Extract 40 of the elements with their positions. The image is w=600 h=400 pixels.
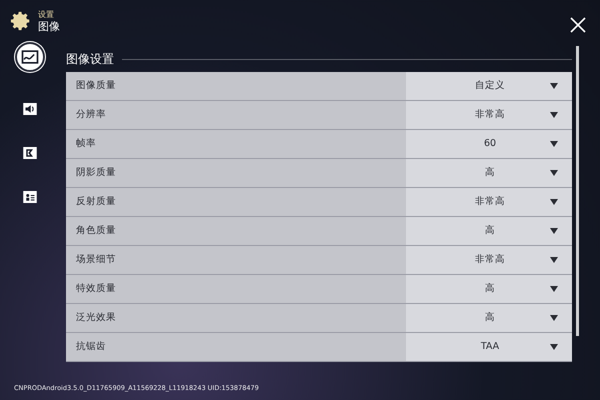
caret-icon: [550, 315, 558, 321]
setting-label: 抗锯齿: [76, 340, 106, 354]
letter-card-icon: [21, 144, 39, 162]
setting-label: 图像质量: [76, 78, 116, 93]
caret-icon: [550, 199, 558, 205]
setting-label: 角色质量: [76, 224, 116, 238]
caret-icon: [550, 286, 558, 292]
page-title: 图像: [38, 20, 60, 32]
caret-icon: [550, 344, 558, 350]
value-dropdown[interactable]: 高: [406, 159, 572, 187]
value-dropdown[interactable]: 60: [406, 130, 572, 158]
section-label: 设置: [38, 10, 55, 18]
caret-icon: [550, 170, 558, 176]
setting-label: 分辨率: [76, 108, 106, 122]
setting-label: 反射质量: [76, 194, 116, 209]
setting-label: 阴影质量: [76, 166, 116, 180]
speaker-icon: [21, 100, 39, 118]
setting-label: 场景细节: [76, 252, 116, 267]
caret-icon: [550, 141, 558, 147]
image-tab[interactable]: [15, 42, 45, 72]
value-dropdown[interactable]: 非常高: [406, 101, 572, 129]
caret-icon: [550, 83, 558, 89]
close-icon[interactable]: [570, 17, 586, 33]
value-dropdown[interactable]: 非常高: [406, 246, 572, 274]
value-dropdown[interactable]: 高: [406, 217, 572, 245]
setting-label: 帧率: [76, 136, 96, 151]
value-dropdown[interactable]: 高: [406, 304, 572, 332]
value-dropdown[interactable]: 自定义: [406, 72, 572, 100]
panel-title: 图像设置: [66, 51, 114, 68]
value-dropdown[interactable]: TAA: [406, 333, 572, 361]
gear-icon: [10, 10, 32, 32]
setting-label: 特效质量: [76, 282, 116, 296]
caret-icon: [550, 228, 558, 234]
value-dropdown[interactable]: 高: [406, 275, 572, 303]
caret-icon: [550, 257, 558, 263]
setting-label: 泛光效果: [76, 310, 116, 325]
value-dropdown[interactable]: 非常高: [406, 188, 572, 216]
caret-icon: [550, 112, 558, 118]
scrollbar[interactable]: [576, 46, 579, 336]
contact-card-icon: [21, 188, 39, 206]
